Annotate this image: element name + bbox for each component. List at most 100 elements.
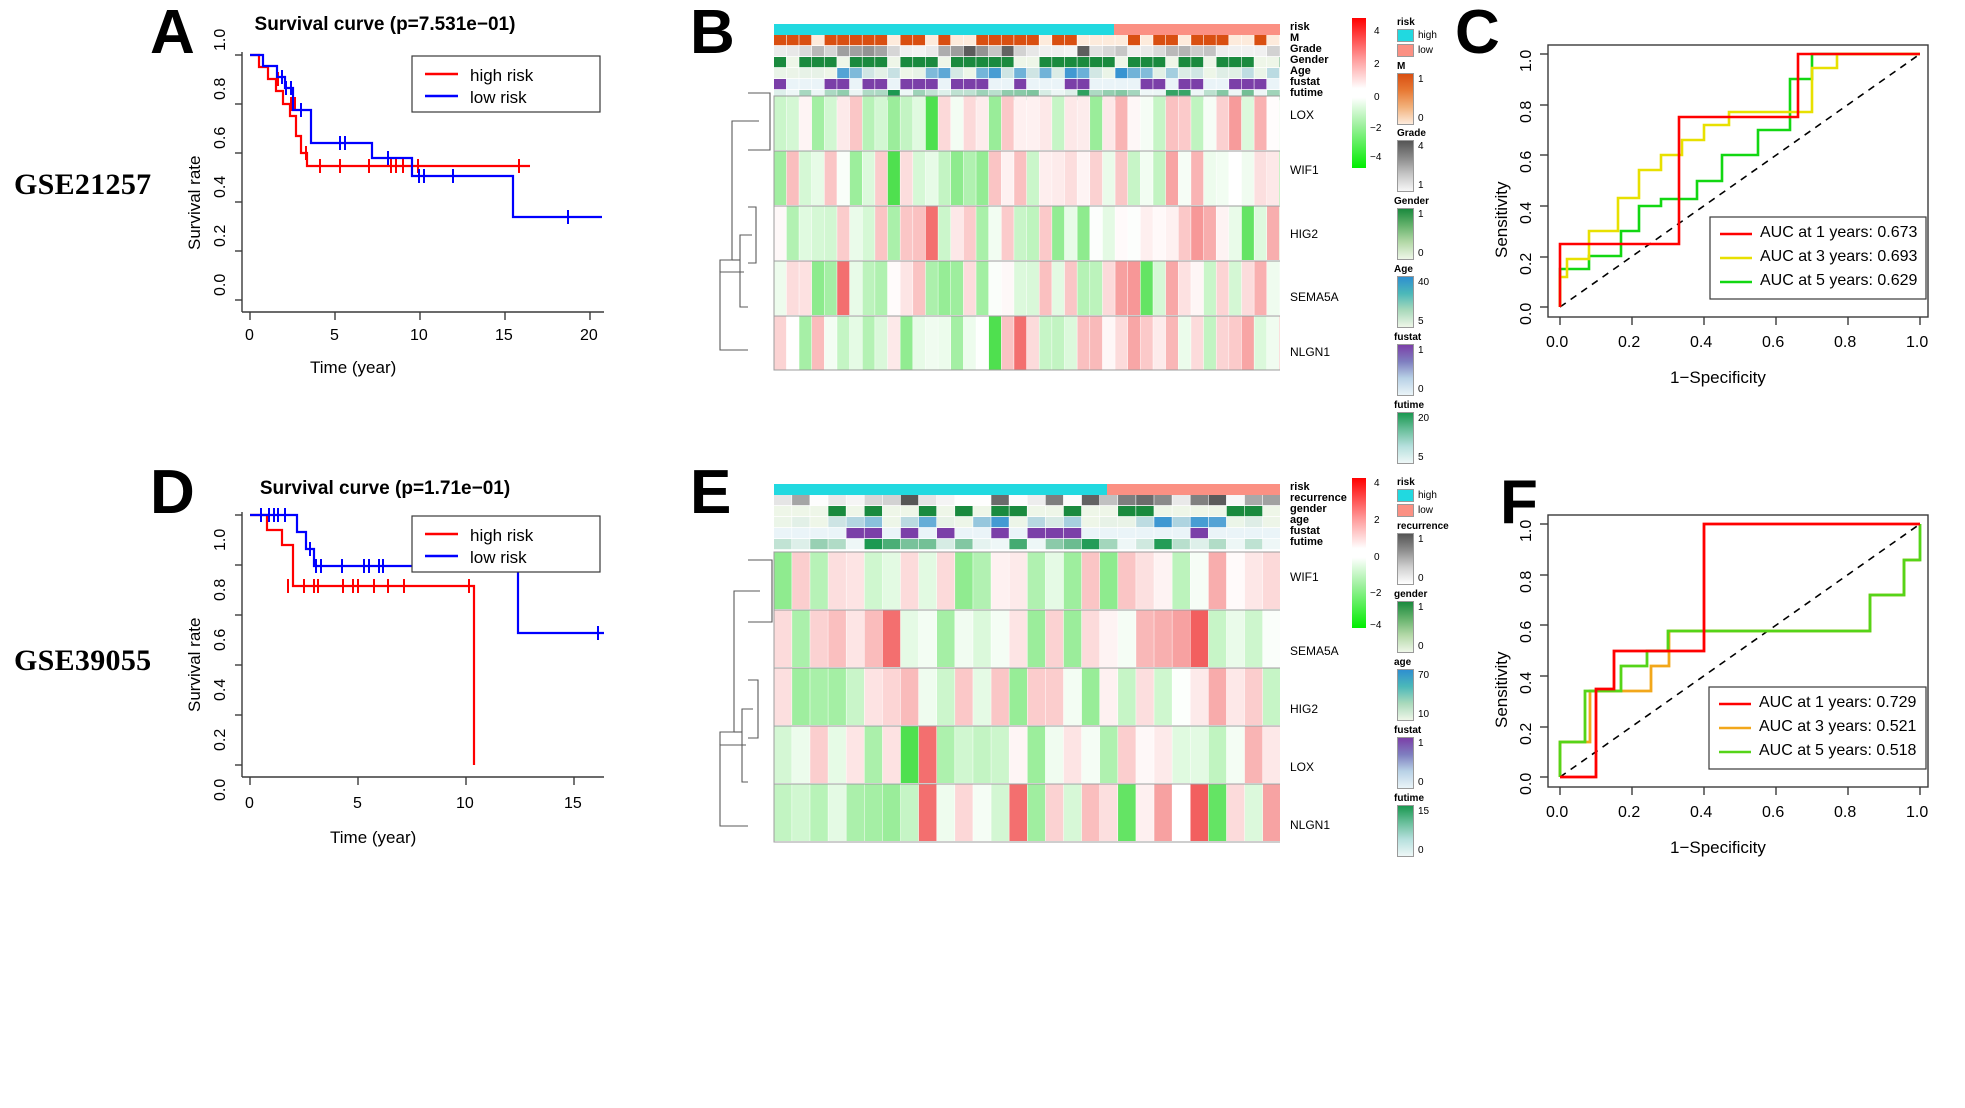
panelC-xtick-0: 0.0 xyxy=(1546,334,1569,351)
panelE-legend-value-recurrence-top: 1 xyxy=(1418,534,1424,545)
panelB-legend-swatch-risk-low xyxy=(1397,44,1414,57)
panelC-ylabel: Sensitivity xyxy=(1492,181,1511,258)
panelE-legend-gradient-recurrence xyxy=(1397,533,1414,585)
panelB-legend-gradient-futime xyxy=(1397,412,1414,464)
panelB-legend-value-m-top: 1 xyxy=(1418,74,1424,85)
panelB-colorbar-tick-2: 2 xyxy=(1374,59,1380,70)
panelB-heatmap xyxy=(719,24,1280,371)
panelF-ytick-2: 0.4 xyxy=(1518,671,1535,694)
panelC-xtick-2: 0.4 xyxy=(1690,334,1713,351)
panelE-legend-gradient-futime xyxy=(1397,805,1414,857)
panelD-ylabel: Survival rate xyxy=(185,617,204,712)
panelE-colorbar-tick-m2: −2 xyxy=(1370,588,1382,599)
panelD-plot xyxy=(235,508,604,785)
panelC-xtick-4: 0.8 xyxy=(1834,334,1857,351)
panelC-legend-auc1-label: AUC at 1 years: 0.673 xyxy=(1760,224,1918,241)
panelA-xtick-3: 15 xyxy=(495,327,513,344)
panelB-legend-value-risk-high: high xyxy=(1418,30,1437,41)
panelB-colorbar-tick-4: 4 xyxy=(1374,26,1380,37)
panelB-legend-title-gender: Gender xyxy=(1394,196,1430,207)
panelF-ylabel: Sensitivity xyxy=(1492,651,1511,728)
panelE-legend-title-age: age xyxy=(1394,657,1412,668)
panelD-xtick-3: 15 xyxy=(564,795,582,812)
panelC-ytick-0: 0.0 xyxy=(1518,302,1535,325)
panelD-legend-low-risk-label: low risk xyxy=(470,548,527,567)
panelD-ytick-1: 0.2 xyxy=(212,728,229,751)
panelF-xtick-3: 0.6 xyxy=(1762,804,1785,821)
panelB-legend-title-age: Age xyxy=(1394,264,1413,275)
panelC-ytick-3: 0.6 xyxy=(1518,150,1535,173)
panelD-ytick-5: 1.0 xyxy=(212,528,229,551)
panelD-ytick-3: 0.6 xyxy=(212,628,229,651)
panelE-gene-label-nlgn1: NLGN1 xyxy=(1290,818,1331,832)
panelB-colorbar xyxy=(1352,18,1366,168)
panelC-ytick-2: 0.4 xyxy=(1518,201,1535,224)
panelB-legend-title-fustat: fustat xyxy=(1394,332,1422,343)
panelB-legend-value-gender-bottom: 0 xyxy=(1418,248,1424,259)
panelF-xtick-1: 0.2 xyxy=(1618,804,1641,821)
panelE-heatmap xyxy=(719,484,1280,843)
panelB-colorbar-tick-m4: −4 xyxy=(1370,152,1382,163)
panelB-legend-gradient-grade xyxy=(1397,140,1414,192)
panelE-legend-value-risk-high: high xyxy=(1418,490,1437,501)
panelE-gene-label-lox: LOX xyxy=(1290,760,1315,774)
panelE-legend-title-risk: risk xyxy=(1397,477,1415,488)
panelF-ytick-3: 0.6 xyxy=(1518,620,1535,643)
panelA-ytick-5: 1.0 xyxy=(212,28,229,51)
panelE-legend-value-gender-top: 1 xyxy=(1418,602,1424,613)
panelF-xtick-4: 0.8 xyxy=(1834,804,1857,821)
panelC-xtick-3: 0.6 xyxy=(1762,334,1785,351)
panelB-legend-value-grade-top: 4 xyxy=(1418,141,1424,152)
panelD-ytick-2: 0.4 xyxy=(212,678,229,701)
panelF-ytick-4: 0.8 xyxy=(1518,570,1535,593)
panelE-colorbar-tick-m4: −4 xyxy=(1370,620,1382,631)
panelB-legend-gradient-fustat xyxy=(1397,344,1414,396)
panelE-legend-value-fustat-bottom: 0 xyxy=(1418,777,1424,788)
panelA-xlabel: Time (year) xyxy=(310,358,397,377)
panelD-title: Survival curve (p=1.71e−01) xyxy=(259,478,511,499)
panelE-legend-swatch-risk-low xyxy=(1397,504,1414,517)
panelB-colorbar-tick-0: 0 xyxy=(1374,92,1380,103)
panelB-legend-value-age-top: 40 xyxy=(1418,277,1430,288)
panelE-legend-value-fustat-top: 1 xyxy=(1418,738,1424,749)
panelA-legend-high-risk-label: high risk xyxy=(470,66,534,85)
panelE-legend-title-gender: gender xyxy=(1394,589,1428,600)
panelC-ytick-5: 1.0 xyxy=(1518,49,1535,72)
panelD-xlabel: Time (year) xyxy=(330,828,417,847)
panelE-legend-value-age-bottom: 10 xyxy=(1418,709,1430,720)
row-label-gse39055: GSE39055 xyxy=(14,644,152,677)
panelB-legend-gradient-m xyxy=(1397,73,1414,125)
panelE-legend-value-futime-top: 15 xyxy=(1418,806,1430,817)
panelB-gene-label-wif1: WIF1 xyxy=(1290,163,1319,177)
panelB-legend-value-futime-bottom: 5 xyxy=(1418,452,1424,463)
panelA-ytick-0: 0.0 xyxy=(212,273,229,296)
panelA-xtick-0: 0 xyxy=(245,327,254,344)
panelB-legend-swatch-risk-high xyxy=(1397,29,1414,42)
panelA-ytick-4: 0.8 xyxy=(212,77,229,100)
panelF-xtick-0: 0.0 xyxy=(1546,804,1569,821)
panelD-ytick-0: 0.0 xyxy=(212,778,229,801)
panelE-legend-gradient-gender xyxy=(1397,601,1414,653)
panelA-legend-low-risk-label: low risk xyxy=(470,88,527,107)
panelE-colorbar xyxy=(1352,478,1366,628)
panelF-legend-auc5-label: AUC at 5 years: 0.518 xyxy=(1759,742,1917,759)
panelE-colorbar-tick-2: 2 xyxy=(1374,515,1380,526)
panelE-legend-swatch-risk-high xyxy=(1397,489,1414,502)
panelE-ann-label-futime: futime xyxy=(1290,536,1323,548)
panelB-legend-gradient-age xyxy=(1397,276,1414,328)
panelE-gene-label-hig2: HIG2 xyxy=(1290,702,1319,716)
panelA-xtick-2: 10 xyxy=(410,327,428,344)
panelE-colorbar-tick-0: 0 xyxy=(1374,552,1380,563)
panelF-xtick-2: 0.4 xyxy=(1690,804,1713,821)
panelF-legend-auc3-label: AUC at 3 years: 0.521 xyxy=(1759,718,1917,735)
panelC-ytick-4: 0.8 xyxy=(1518,100,1535,123)
panelA-xtick-4: 20 xyxy=(580,327,598,344)
panelF-ytick-5: 1.0 xyxy=(1518,519,1535,542)
panelE-gene-label-sema5a: SEMA5A xyxy=(1290,644,1339,658)
panelB-legend-value-fustat-bottom: 0 xyxy=(1418,384,1424,395)
panelD-xtick-0: 0 xyxy=(245,795,254,812)
panelE-colorbar-tick-4: 4 xyxy=(1374,478,1380,489)
panelD-legend-high-risk-label: high risk xyxy=(470,526,534,545)
panelF-ytick-1: 0.2 xyxy=(1518,722,1535,745)
panelE-legend-value-gender-bottom: 0 xyxy=(1418,641,1424,652)
